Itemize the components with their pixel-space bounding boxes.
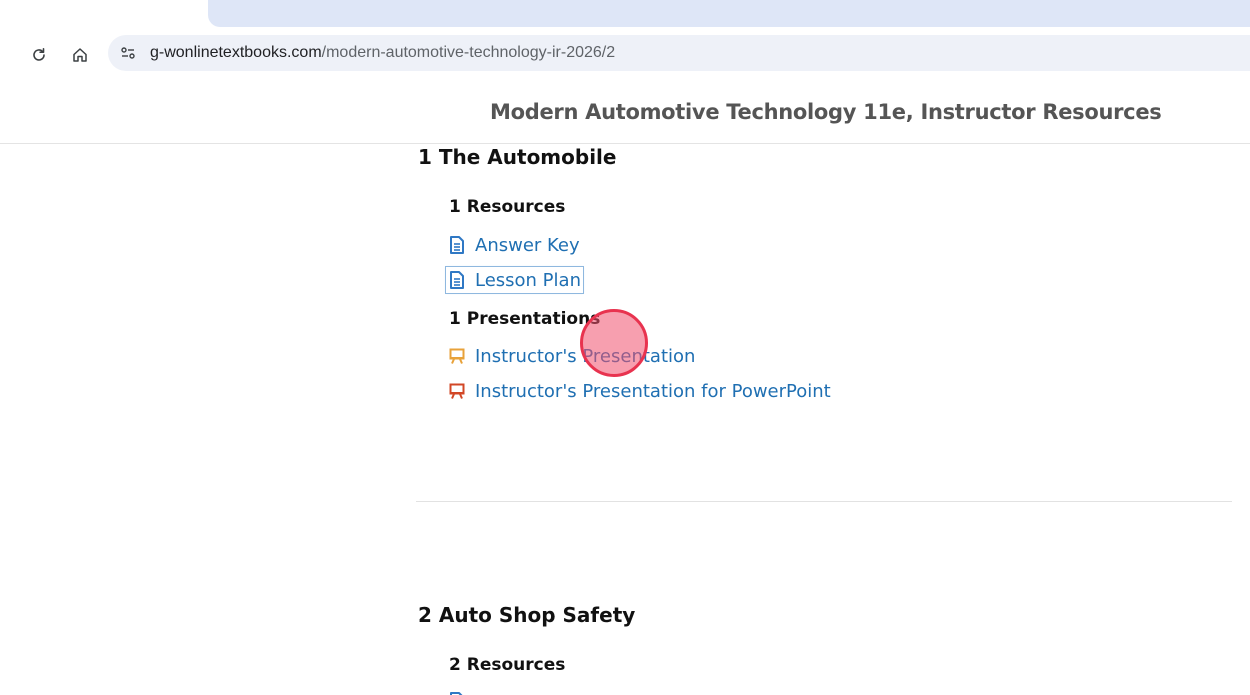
presentation-icon <box>448 347 466 365</box>
instructors-presentation-link[interactable]: Instructor's Presentation <box>446 343 697 369</box>
reload-icon <box>33 48 45 61</box>
chapter-title: 2 Auto Shop Safety <box>418 603 636 627</box>
presentations-heading: 1 Presentations <box>449 309 601 329</box>
browser-toolbar: g-wonlinetextbooks.com/modern-automotive… <box>0 30 1250 80</box>
click-indicator <box>580 309 648 377</box>
answer-key-link[interactable]: Answer Key <box>446 232 582 258</box>
reload-button[interactable] <box>26 42 52 68</box>
document-icon <box>448 236 466 254</box>
document-icon <box>448 271 466 289</box>
link-label: Instructor's Presentation for PowerPoint <box>475 380 831 402</box>
lesson-plan-link[interactable]: Lesson Plan <box>445 266 584 294</box>
url-text: g-wonlinetextbooks.com/modern-automotive… <box>150 44 615 62</box>
active-tab[interactable] <box>208 0 1250 27</box>
resources-heading: 2 Resources <box>449 655 566 675</box>
url-domain: g-wonlinetextbooks.com <box>150 44 322 61</box>
site-info-button[interactable] <box>116 42 140 64</box>
section-divider <box>416 501 1232 502</box>
powerpoint-presentation-icon <box>448 382 466 400</box>
address-bar[interactable]: g-wonlinetextbooks.com/modern-automotive… <box>108 35 1250 71</box>
page-title: Modern Automotive Technology 11e, Instru… <box>490 100 1162 124</box>
resources-heading: 1 Resources <box>449 197 566 217</box>
partial-resource-link[interactable] <box>446 688 477 695</box>
tune-icon <box>121 47 135 59</box>
home-button[interactable] <box>67 42 93 68</box>
link-label: Answer Key <box>475 234 580 256</box>
page-header: Modern Automotive Technology 11e, Instru… <box>0 80 1250 144</box>
home-icon <box>73 48 87 62</box>
url-path: /modern-automotive-technology-ir-2026/2 <box>321 44 616 61</box>
tab-strip <box>0 0 1250 30</box>
chapter-title: 1 The Automobile <box>418 145 617 169</box>
link-label: Lesson Plan <box>475 269 581 291</box>
instructors-presentation-powerpoint-link[interactable]: Instructor's Presentation for PowerPoint <box>446 378 833 404</box>
